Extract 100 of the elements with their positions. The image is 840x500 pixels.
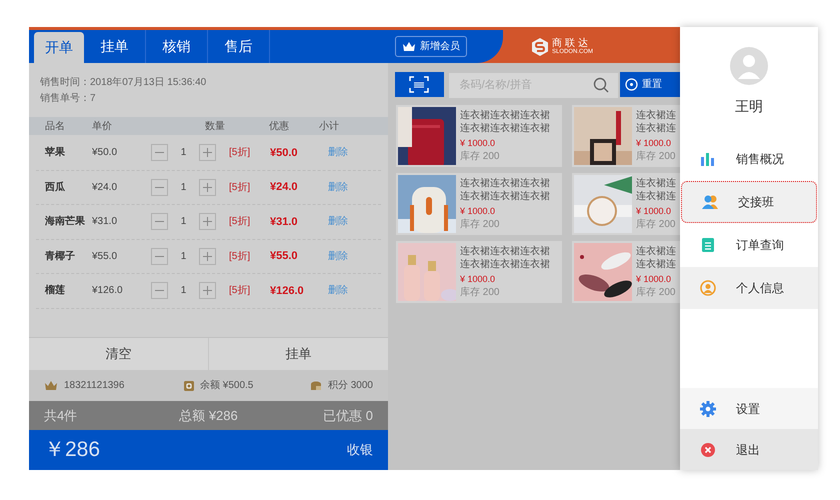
tab[interactable]: 开单 — [34, 32, 84, 63]
tab[interactable]: 售后 — [208, 30, 270, 63]
unit-price: ¥31.0 — [92, 215, 118, 230]
discount-amount: 已优惠 0 — [322, 406, 373, 425]
product-name: 榴莲 — [44, 284, 66, 298]
minus-button[interactable] — [151, 213, 168, 230]
menu-item[interactable]: 个人信息 — [680, 267, 818, 309]
column-header: 品名 — [44, 120, 66, 134]
product-title: 连衣裙连 连衣裙连 — [636, 177, 676, 203]
scan-icon — [409, 76, 430, 93]
product-card[interactable]: 连衣裙连 连衣裙连 ¥ 1000.0 库存 200 — [572, 105, 680, 167]
sale-info-text: 销售单号：7 — [40, 92, 97, 106]
product-price: ¥ 1000.0 — [636, 205, 672, 218]
checkout-amount: ￥286 — [44, 437, 100, 464]
tab[interactable]: 挂单 — [84, 30, 146, 63]
minus-button[interactable] — [151, 282, 168, 300]
quantity: 1 — [180, 284, 188, 298]
person-icon — [700, 280, 716, 296]
stock-text: 库存 200 — [636, 286, 676, 300]
product-title: 连衣裙连 连衣裙连 — [636, 109, 676, 135]
wallet-icon — [184, 380, 194, 390]
plus-icon — [203, 148, 212, 158]
plus-icon — [203, 252, 212, 261]
product-price: ¥ 1000.0 — [636, 273, 672, 286]
user-name: 王明 — [735, 97, 763, 116]
product-card[interactable]: 连衣裙连 连衣裙连 ¥ 1000.0 库存 200 — [572, 173, 680, 235]
minus-button[interactable] — [151, 144, 168, 162]
stock-text: 库存 200 — [460, 150, 500, 164]
product-card[interactable]: 连衣裙连衣裙连衣裙 连衣裙连衣裙连衣裙 ¥ 1000.0 库存 200 — [396, 173, 562, 235]
unit-price: ¥126.0 — [92, 284, 124, 298]
product-card[interactable]: 连衣裙连衣裙连衣裙 连衣裙连衣裙连衣裙 ¥ 1000.0 库存 200 — [396, 105, 562, 167]
minus-button[interactable] — [151, 248, 168, 265]
plus-button[interactable] — [199, 248, 216, 265]
quantity: 1 — [180, 215, 188, 230]
people-icon — [702, 194, 718, 210]
avatar-icon — [730, 47, 768, 85]
subtotal: ¥24.0 — [269, 180, 299, 195]
menu-item[interactable]: 订单查询 — [680, 224, 818, 266]
plus-icon — [203, 182, 212, 192]
checkout-button[interactable]: 收银 — [347, 440, 373, 460]
product-name: 青椰子 — [44, 250, 76, 264]
subtotal: ¥31.0 — [269, 214, 299, 230]
stock-text: 库存 200 — [460, 286, 500, 300]
logo-icon — [531, 38, 549, 56]
column-header: 小计 — [319, 120, 340, 134]
plus-button[interactable] — [199, 144, 216, 162]
stock-text: 库存 200 — [636, 150, 676, 164]
action-button[interactable]: 清空 — [29, 338, 208, 370]
menu-item[interactable]: 交接班 — [681, 181, 817, 223]
crown-icon — [44, 380, 58, 391]
product-price: ¥ 1000.0 — [460, 273, 496, 286]
plus-button[interactable] — [199, 282, 216, 300]
points-text: 积分 3000 — [328, 379, 373, 393]
crown-icon — [402, 41, 416, 52]
quantity: 1 — [180, 146, 188, 160]
plus-icon — [203, 217, 212, 226]
discount-tag: [5折] — [216, 180, 269, 195]
add-member-button[interactable]: 新增会员 — [395, 36, 467, 57]
stock-text: 库存 200 — [460, 218, 500, 232]
product-name: 西瓜 — [44, 180, 66, 195]
close-icon — [700, 442, 716, 458]
menu-item[interactable]: 销售概况 — [680, 138, 818, 180]
stock-text: 库存 200 — [636, 218, 676, 232]
quantity: 1 — [180, 180, 188, 195]
product-card[interactable]: 连衣裙连衣裙连衣裙 连衣裙连衣裙连衣裙 ¥ 1000.0 库存 200 — [396, 241, 562, 303]
plus-button[interactable] — [199, 178, 216, 196]
menu-item[interactable]: 退出 — [680, 429, 818, 470]
product-title: 连衣裙连衣裙连衣裙 连衣裙连衣裙连衣裙 — [460, 245, 550, 271]
scan-button[interactable] — [395, 72, 444, 97]
total-amount: 总额 ¥286 — [179, 406, 238, 425]
gear-icon — [700, 400, 716, 416]
bar-chart-icon — [700, 151, 716, 167]
product-name: 海南芒果 — [44, 214, 86, 230]
unit-price: ¥55.0 — [92, 250, 118, 264]
discount-tag: [5折] — [216, 248, 269, 264]
item-count: 共4件 — [44, 406, 78, 425]
product-price: ¥ 1000.0 — [460, 137, 496, 150]
product-price: ¥ 1000.0 — [636, 137, 672, 150]
subtotal: ¥55.0 — [269, 249, 299, 264]
reset-button[interactable]: 重置 — [620, 72, 680, 97]
discount-tag: [5折] — [216, 283, 269, 298]
search-icon — [593, 76, 609, 92]
product-title: 连衣裙连 连衣裙连 — [636, 245, 676, 271]
subtotal: ¥126.0 — [269, 284, 305, 298]
menu-item[interactable]: 设置 — [680, 388, 818, 429]
member-phone: 18321121396 — [64, 379, 124, 393]
logo-name: 商联达 — [552, 38, 591, 48]
product-card[interactable]: 连衣裙连 连衣裙连 ¥ 1000.0 库存 200 — [572, 241, 680, 303]
column-header: 优惠 — [268, 120, 290, 134]
subtotal: ¥50.0 — [269, 146, 299, 160]
minus-button[interactable] — [151, 178, 168, 196]
column-header: 单价 — [92, 120, 113, 134]
discount-tag: [5折] — [216, 214, 269, 230]
product-title: 连衣裙连衣裙连衣裙 连衣裙连衣裙连衣裙 — [460, 177, 550, 203]
plus-button[interactable] — [199, 213, 216, 230]
clipboard-icon — [700, 237, 716, 253]
plus-icon — [203, 286, 212, 296]
unit-price: ¥24.0 — [92, 180, 118, 195]
tab[interactable]: 核销 — [146, 30, 208, 63]
column-header: 数量 — [204, 120, 226, 134]
